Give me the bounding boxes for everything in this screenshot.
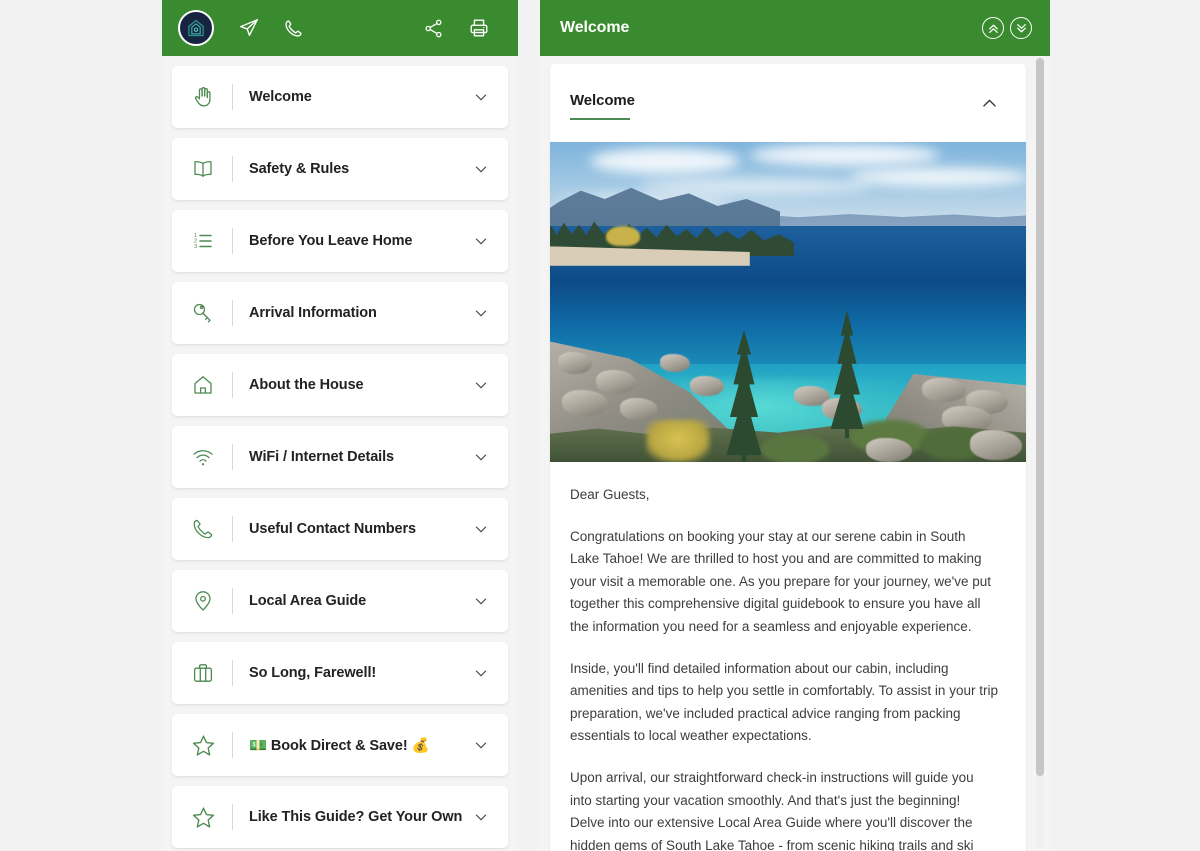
sidebar-item-label: WiFi / Internet Details: [249, 449, 395, 465]
item-divider: [232, 588, 233, 614]
sidebar-item-so-long-farewell[interactable]: So Long, Farewell!: [172, 642, 508, 704]
content-scroll-area[interactable]: Welcome Dear Guests, Congratulations on …: [540, 56, 1050, 851]
section-title-wrap: Welcome: [570, 92, 980, 120]
content-header: Welcome: [540, 0, 1050, 56]
sidebar-item-book-direct-and-save[interactable]: 💵 Book Direct & Save! 💰: [172, 714, 508, 776]
open-book-icon: [186, 152, 220, 186]
double-chevron-down-icon[interactable]: [1010, 17, 1032, 39]
item-divider: [232, 300, 233, 326]
sidebar-item-label: Arrival Information: [249, 305, 377, 321]
star-icon: [186, 800, 220, 834]
item-divider: [232, 516, 233, 542]
paragraph-1: Congratulations on booking your stay at …: [570, 528, 992, 634]
item-divider: [232, 372, 233, 398]
chevron-down-icon[interactable]: [472, 592, 490, 610]
sidebar-item-label: Safety & Rules: [249, 161, 350, 177]
sidebar-item-label: Welcome: [249, 89, 312, 105]
print-icon[interactable]: [466, 15, 492, 41]
star-icon: [186, 728, 220, 762]
chevron-down-icon[interactable]: [472, 232, 490, 250]
sidebar-item-label: 💵 Book Direct & Save! 💰: [249, 737, 430, 754]
chevron-down-icon[interactable]: [472, 736, 490, 754]
key-icon: [186, 296, 220, 330]
item-divider: [232, 444, 233, 470]
sidebar-item-label: Useful Contact Numbers: [249, 521, 416, 537]
paragraph-salutation: Dear Guests,: [570, 487, 650, 502]
chevron-down-icon[interactable]: [472, 376, 490, 394]
chevron-down-icon[interactable]: [472, 448, 490, 466]
vertical-scrollbar[interactable]: [1036, 58, 1044, 848]
sidebar-item-label: Before You Leave Home: [249, 233, 413, 249]
sidebar-item-label: About the House: [249, 377, 364, 393]
sidebar-item-about-the-house[interactable]: About the House: [172, 354, 508, 416]
sidebar-header-left-actions: [236, 15, 306, 41]
phone-icon: [186, 512, 220, 546]
item-divider: [232, 84, 233, 110]
home-icon: [186, 368, 220, 402]
section-underline: [570, 118, 630, 120]
double-chevron-up-icon[interactable]: [982, 17, 1004, 39]
scrollbar-thumb[interactable]: [1036, 58, 1044, 776]
sidebar-panel: Welcome Safety & Rules 1 2 3 Before You …: [162, 0, 518, 851]
sidebar-header-right-actions: [420, 15, 492, 41]
paragraph-2: Inside, you'll find detailed information…: [570, 660, 998, 744]
paragraph-3: Upon arrival, our straightforward check-…: [570, 769, 974, 851]
section-title: Welcome: [570, 92, 635, 109]
chevron-down-icon[interactable]: [472, 88, 490, 106]
chevron-down-icon[interactable]: [472, 160, 490, 178]
send-icon[interactable]: [236, 15, 262, 41]
page-title: Welcome: [560, 19, 630, 36]
chevron-down-icon[interactable]: [472, 304, 490, 322]
item-divider: [232, 804, 233, 830]
sidebar-header: [162, 0, 518, 56]
sidebar-item-like-this-guide[interactable]: Like This Guide? Get Your Own: [172, 786, 508, 848]
hero-image: [550, 142, 1026, 462]
sidebar-item-useful-contact-numbers[interactable]: Useful Contact Numbers: [172, 498, 508, 560]
section-header[interactable]: Welcome: [550, 64, 1026, 142]
house-logo-icon[interactable]: [178, 10, 214, 46]
phone-icon[interactable]: [280, 15, 306, 41]
sidebar-item-wifi-internet-details[interactable]: WiFi / Internet Details: [172, 426, 508, 488]
app-frame: Welcome Safety & Rules 1 2 3 Before You …: [162, 0, 1050, 851]
chevron-down-icon[interactable]: [472, 520, 490, 538]
sidebar-item-label: So Long, Farewell!: [249, 665, 377, 681]
sidebar-item-welcome[interactable]: Welcome: [172, 66, 508, 128]
welcome-section-card: Welcome Dear Guests, Congratulations on …: [550, 64, 1026, 851]
content-panel: Welcome Welcome Dear Guests, Congratulat…: [540, 0, 1050, 851]
item-divider: [232, 156, 233, 182]
waving-hand-icon: [186, 80, 220, 114]
article-body: Dear Guests, Congratulations on booking …: [550, 462, 1026, 851]
sidebar-item-label: Like This Guide? Get Your Own: [249, 809, 463, 825]
guidebook-app: Welcome Safety & Rules 1 2 3 Before You …: [0, 0, 1200, 851]
chevron-down-icon[interactable]: [472, 808, 490, 826]
item-divider: [232, 732, 233, 758]
sidebar-item-label: Local Area Guide: [249, 593, 367, 609]
numbered-list-icon: 1 2 3: [186, 224, 220, 258]
sidebar-item-arrival-information[interactable]: Arrival Information: [172, 282, 508, 344]
share-icon[interactable]: [420, 15, 446, 41]
chevron-down-icon[interactable]: [472, 664, 490, 682]
suitcase-icon: [186, 656, 220, 690]
item-divider: [232, 228, 233, 254]
chevron-up-icon[interactable]: [980, 94, 1000, 114]
svg-text:3: 3: [194, 244, 197, 250]
wifi-icon: [186, 440, 220, 474]
sidebar-item-before-you-leave-home[interactable]: 1 2 3 Before You Leave Home: [172, 210, 508, 272]
map-pin-icon: [186, 584, 220, 618]
sidebar-menu-list: Welcome Safety & Rules 1 2 3 Before You …: [162, 56, 518, 851]
item-divider: [232, 660, 233, 686]
sidebar-item-safety-rules[interactable]: Safety & Rules: [172, 138, 508, 200]
sidebar-item-local-area-guide[interactable]: Local Area Guide: [172, 570, 508, 632]
